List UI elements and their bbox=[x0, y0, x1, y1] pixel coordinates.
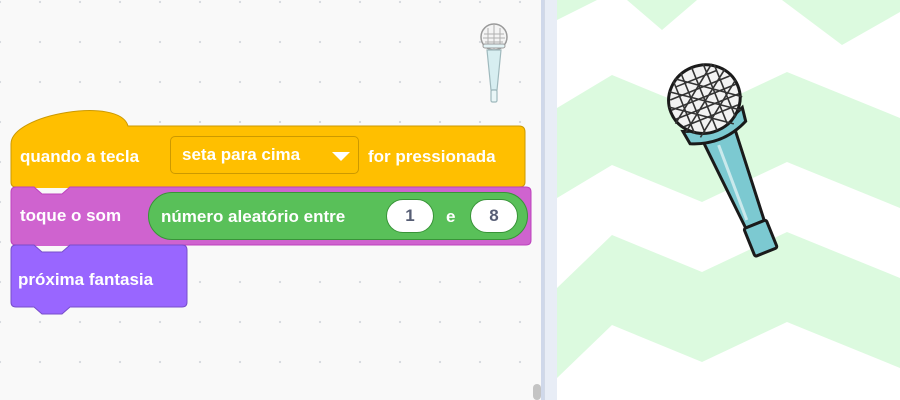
random-min-input[interactable]: 1 bbox=[386, 199, 434, 233]
next-costume-block[interactable]: próxima fantasia bbox=[10, 244, 188, 320]
play-sound-block[interactable]: toque o som número aleatório entre 1 e 8 bbox=[10, 186, 532, 246]
random-number-reporter[interactable]: número aleatório entre 1 e 8 bbox=[148, 192, 528, 240]
scrollbar-thumb[interactable] bbox=[533, 384, 541, 400]
when-key-pressed-block[interactable]: quando a tecla seta para cima for pressi… bbox=[10, 104, 526, 188]
key-select-value: seta para cima bbox=[182, 145, 301, 164]
dropdown-arrow-icon bbox=[332, 152, 350, 161]
random-max-input[interactable]: 8 bbox=[470, 199, 518, 233]
sprite-thumbnail bbox=[476, 22, 512, 106]
microphone-icon[interactable] bbox=[660, 58, 785, 280]
hat-block-label: quando a tecla bbox=[20, 147, 140, 166]
stage-divider bbox=[544, 0, 558, 400]
microphone-icon bbox=[480, 23, 508, 103]
code-area[interactable]: quando a tecla seta para cima for pressi… bbox=[0, 0, 542, 400]
play-sound-label: toque o som bbox=[20, 206, 122, 225]
random-number-label: número aleatório entre bbox=[161, 207, 346, 226]
hat-block-label-suffix: for pressionada bbox=[368, 147, 496, 166]
random-connector-label: e bbox=[446, 207, 456, 226]
next-costume-label: próxima fantasia bbox=[18, 270, 154, 289]
key-select-dropdown[interactable]: seta para cima bbox=[170, 136, 359, 174]
